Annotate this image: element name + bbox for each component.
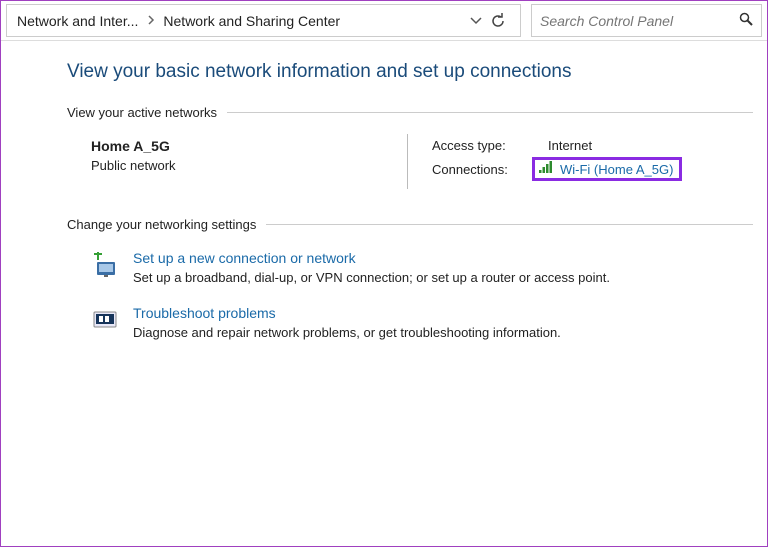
- setting-desc: Set up a broadband, dial-up, or VPN conn…: [133, 270, 610, 285]
- chevron-right-icon: [148, 13, 155, 28]
- search-input[interactable]: [540, 13, 733, 29]
- network-type: Public network: [91, 158, 397, 173]
- setting-link[interactable]: Troubleshoot problems: [133, 305, 561, 321]
- troubleshoot-icon: [91, 305, 121, 335]
- vertical-divider: [407, 134, 408, 189]
- connections-label: Connections:: [432, 162, 532, 177]
- breadcrumb[interactable]: Network and Inter... Network and Sharing…: [6, 4, 521, 37]
- access-type-label: Access type:: [432, 138, 532, 153]
- breadcrumb-current[interactable]: Network and Sharing Center: [161, 13, 344, 29]
- network-identity: Home A_5G Public network: [67, 132, 407, 191]
- search-icon[interactable]: [739, 12, 753, 29]
- new-connection-icon: [91, 250, 121, 280]
- section-network-settings: Change your networking settings: [67, 217, 753, 232]
- content-area: View your basic network information and …: [1, 41, 767, 354]
- settings-list: Set up a new connection or network Set u…: [67, 244, 753, 354]
- active-network-row: Home A_5G Public network Access type: In…: [67, 132, 753, 191]
- chevron-down-icon[interactable]: [470, 17, 482, 25]
- setting-desc: Diagnose and repair network problems, or…: [133, 325, 561, 340]
- divider: [227, 112, 753, 113]
- network-details: Access type: Internet Connections: Wi-Fi…: [428, 132, 753, 191]
- refresh-icon[interactable]: [490, 13, 506, 29]
- section-label: Change your networking settings: [67, 217, 256, 232]
- connection-link[interactable]: Wi-Fi (Home A_5G): [532, 157, 682, 181]
- page-title: View your basic network information and …: [67, 61, 753, 83]
- breadcrumb-parent[interactable]: Network and Inter...: [15, 13, 142, 29]
- section-label: View your active networks: [67, 105, 217, 120]
- connection-link-text: Wi-Fi (Home A_5G): [560, 162, 673, 177]
- section-active-networks: View your active networks: [67, 105, 753, 120]
- search-box[interactable]: [531, 4, 762, 37]
- network-name: Home A_5G: [91, 138, 397, 154]
- wifi-signal-icon: [538, 161, 554, 177]
- setting-troubleshoot[interactable]: Troubleshoot problems Diagnose and repai…: [67, 299, 753, 354]
- divider: [266, 224, 753, 225]
- toolbar: Network and Inter... Network and Sharing…: [1, 1, 767, 41]
- setting-new-connection[interactable]: Set up a new connection or network Set u…: [67, 244, 753, 299]
- access-type-value: Internet: [548, 138, 592, 153]
- setting-link[interactable]: Set up a new connection or network: [133, 250, 610, 266]
